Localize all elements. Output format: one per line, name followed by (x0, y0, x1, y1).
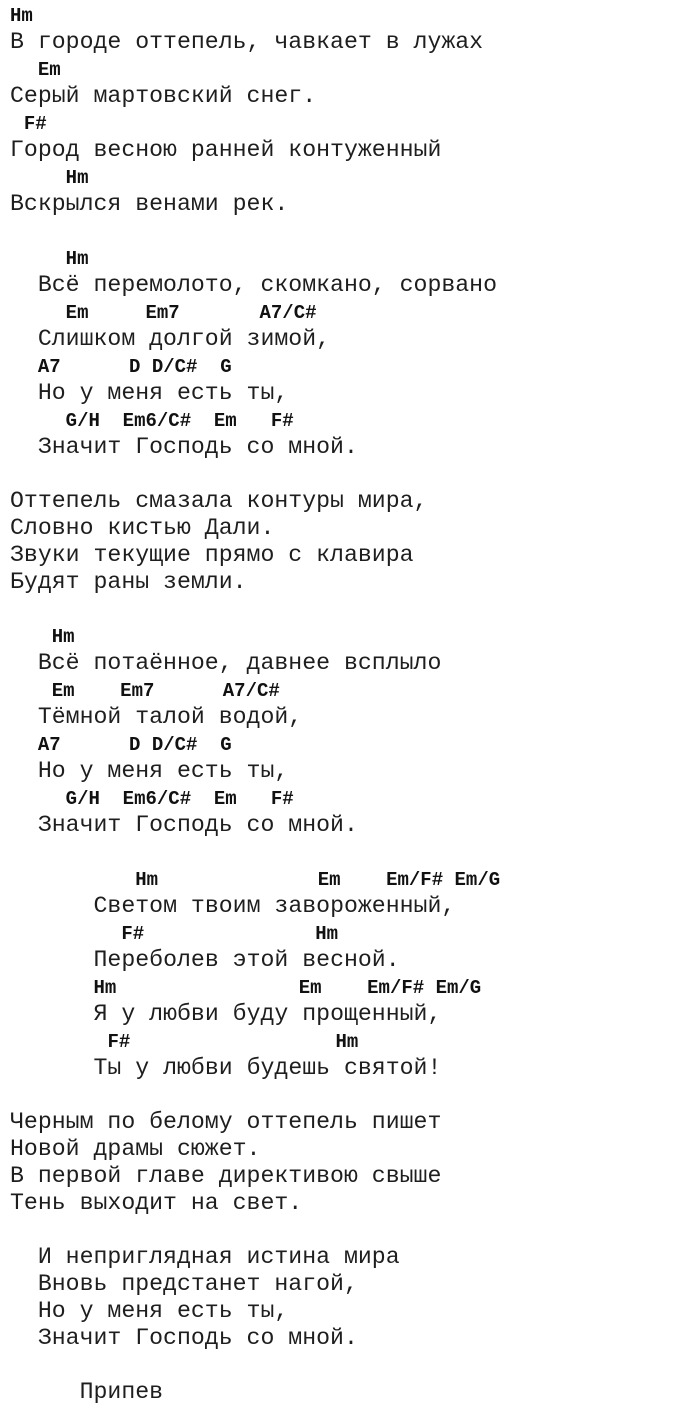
chord-line: Em Em7 A7/C# (51, 680, 280, 702)
lyric-line: Я у любви буду прощенный, (93, 1001, 442, 1027)
chord-line: F# Hm (121, 923, 338, 945)
lyric-line: Переболев этой весной. (93, 947, 400, 973)
chord-line: F# (23, 113, 47, 135)
lyric-line: Припев (79, 1379, 164, 1405)
lyric-line: Ты у любви будешь святой! (93, 1055, 442, 1081)
lyric-line: В городе оттепель, чавкает в лужах (10, 29, 484, 55)
lyric-line: Всё перемолото, скомкано, сорвано (37, 272, 498, 298)
chord-line: A7 D D/C# G (37, 356, 232, 378)
lyric-line: В первой главе директивою свыше (10, 1163, 442, 1189)
chord-line: Em Em7 A7/C# (65, 302, 317, 324)
lyric-line: Город весною ранней контуженный (10, 137, 442, 163)
song-sheet: Hm В городе оттепель, чавкает в лужах Em Се… (10, 2, 700, 1406)
lyric-line: Светом твоим завороженный, (93, 893, 456, 919)
lyric-line: Черным по белому оттепель пишет (10, 1109, 442, 1135)
chord-line: G/H Em6/C# Em F# (65, 410, 294, 432)
lyric-line: Звуки текущие прямо с клавира (10, 542, 414, 568)
lyric-line: Но у меня есть ты, (37, 380, 289, 406)
chord-line: Hm (51, 626, 75, 648)
chord-line: Hm Em Em/F# Em/G (135, 869, 501, 891)
lyric-line: Тень выходит на свет. (10, 1190, 303, 1216)
lyric-line: Но у меня есть ты, (37, 1298, 289, 1324)
lyric-line: Значит Господь со мной. (37, 434, 358, 460)
lyric-line: Значит Господь со мной. (37, 1325, 358, 1351)
lyric-line: Вновь предстанет нагой, (37, 1271, 358, 1297)
chord-line: A7 D D/C# G (37, 734, 232, 756)
lyric-line: Словно кистью Дали. (10, 515, 275, 541)
lyric-line: Вскрылся венами рек. (10, 191, 289, 217)
chord-line: Hm (65, 167, 89, 189)
chord-line: F# Hm (107, 1031, 359, 1053)
chord-line: Em (37, 59, 61, 81)
chord-line: Hm Em Em/F# Em/G (93, 977, 482, 999)
lyric-line: Но у меня есть ты, (37, 758, 289, 784)
lyric-line: И неприглядная истина мира (37, 1244, 400, 1270)
lyric-line: Будят раны земли. (10, 569, 247, 595)
lyric-line: Оттепель смазала контуры мира, (10, 488, 428, 514)
chord-line: Hm (65, 248, 89, 270)
lyric-line: Значит Господь со мной. (37, 812, 358, 838)
lyric-line: Новой драмы сюжет. (10, 1136, 261, 1162)
lyric-line: Слишком долгой зимой, (37, 326, 331, 352)
chord-line: G/H Em6/C# Em F# (65, 788, 294, 810)
lyric-line: Всё потаённое, давнее всплыло (37, 650, 442, 676)
chord-line: Hm (10, 5, 33, 27)
lyric-line: Серый мартовский снег. (10, 83, 317, 109)
lyric-line: Тёмной талой водой, (37, 704, 303, 730)
